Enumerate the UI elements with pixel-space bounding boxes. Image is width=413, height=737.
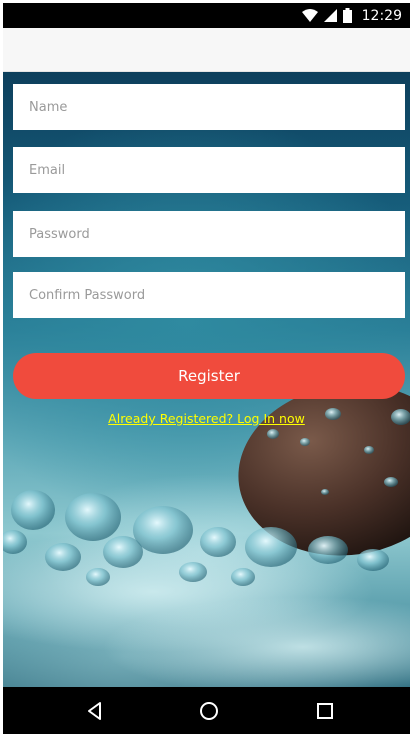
register-screen: Register Already Registered? Log In now — [3, 72, 410, 687]
confirm-password-input[interactable] — [13, 272, 405, 318]
name-input[interactable] — [13, 84, 405, 130]
wifi-icon — [301, 9, 318, 22]
status-icons: 12:29 — [301, 3, 402, 28]
recents-icon[interactable] — [313, 699, 337, 723]
status-time: 12:29 — [361, 7, 402, 24]
navigation-bar — [3, 687, 410, 734]
battery-icon — [342, 8, 352, 23]
app-bar — [3, 28, 410, 72]
home-icon[interactable] — [197, 699, 221, 723]
signal-icon — [323, 9, 337, 22]
phone-screen: 12:29 Name Email Register Already Regist… — [3, 3, 410, 734]
email-input[interactable] — [13, 147, 405, 193]
status-bar: 12:29 — [3, 3, 410, 28]
login-link[interactable]: Already Registered? Log In now — [3, 411, 410, 429]
register-button-label: Register — [178, 367, 240, 385]
password-input[interactable] — [13, 211, 405, 257]
register-button[interactable]: Register — [13, 353, 405, 399]
back-icon[interactable] — [83, 699, 107, 723]
